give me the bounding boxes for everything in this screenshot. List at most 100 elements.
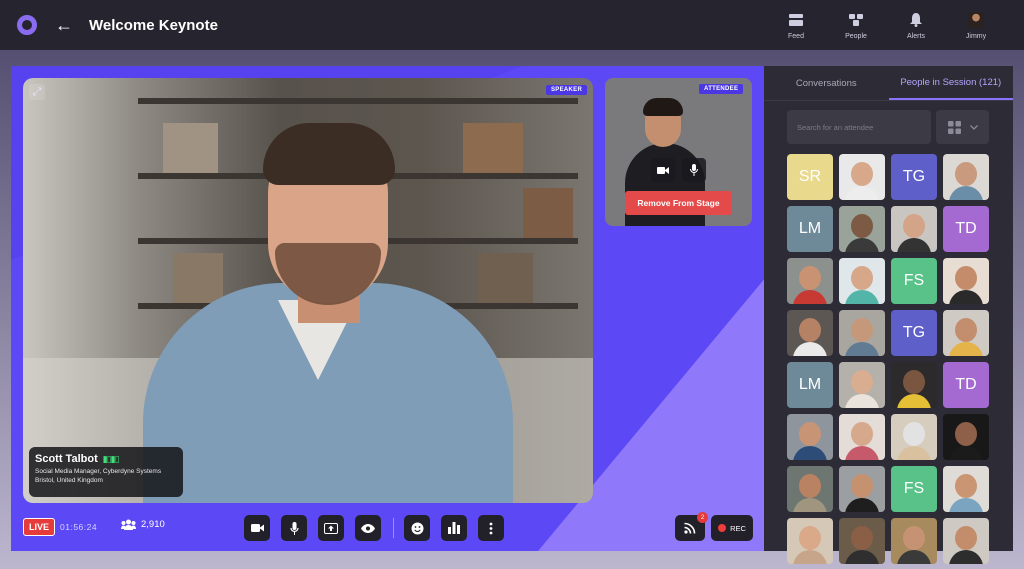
tab-people-in-session[interactable]: People in Session (121): [888, 66, 1013, 100]
chevron-down-icon: [969, 124, 978, 130]
stage-area: ⤢ SPEAKER Scott Talbot ▮▯▮▯ Social Media…: [11, 66, 764, 551]
speaker-location: Bristol, United Kingdom: [35, 477, 103, 484]
panel-tabs: Conversations People in Session (121): [764, 66, 1013, 101]
attendee-tile: ATTENDEE Remove From Stage: [605, 78, 752, 226]
poll-button[interactable]: [441, 515, 467, 541]
attendee-mic-button[interactable]: [682, 158, 706, 182]
attendee-avatar[interactable]: [787, 466, 833, 512]
bell-icon: [910, 11, 922, 29]
attendee-camera-button[interactable]: [651, 158, 675, 182]
attendee-avatar[interactable]: [839, 310, 885, 356]
record-button[interactable]: REC: [711, 515, 753, 541]
attendee-avatar[interactable]: [943, 310, 989, 356]
share-screen-button[interactable]: [318, 515, 344, 541]
attendee-avatar[interactable]: [943, 414, 989, 460]
app-logo[interactable]: [17, 15, 37, 35]
speaker-nameplate: Scott Talbot ▮▯▮▯ Social Media Manager, …: [29, 447, 183, 497]
record-dot-icon: [718, 524, 727, 532]
avatar: [968, 11, 984, 28]
speaker-name: Scott Talbot: [35, 453, 98, 465]
microphone-icon: [690, 164, 698, 176]
nav-people[interactable]: People: [826, 0, 886, 50]
nav-profile[interactable]: Jimmy: [946, 0, 1006, 50]
attendee-avatar[interactable]: [839, 206, 885, 252]
attendee-avatar[interactable]: [943, 258, 989, 304]
attendee-avatar[interactable]: [839, 362, 885, 408]
top-bar: ← Welcome Keynote Feed People Alerts Jim…: [0, 0, 1024, 50]
page-title: Welcome Keynote: [89, 16, 218, 34]
attendee-avatar[interactable]: [839, 466, 885, 512]
attendee-avatar[interactable]: [891, 362, 937, 408]
more-options-button[interactable]: [478, 515, 504, 541]
attendee-avatar[interactable]: [943, 518, 989, 564]
speaker-role: Social Media Manager, Cyberdyne Systems: [35, 468, 162, 475]
microphone-icon: [289, 521, 299, 535]
divider: [393, 518, 394, 538]
attendee-avatar[interactable]: [787, 310, 833, 356]
attendee-avatar[interactable]: [787, 414, 833, 460]
session-timer: 01:56:24: [60, 522, 98, 532]
speaker-video: ⤢ SPEAKER Scott Talbot ▮▯▮▯ Social Media…: [23, 78, 593, 503]
attendee-avatar[interactable]: FS: [891, 466, 937, 512]
attendee-avatar[interactable]: TD: [943, 206, 989, 252]
people-icon: [121, 519, 136, 530]
attendee-avatar[interactable]: TG: [891, 154, 937, 200]
attendee-avatar[interactable]: [943, 466, 989, 512]
feed-badge: 2: [697, 512, 708, 523]
speaker-tag: SPEAKER: [546, 85, 588, 95]
grid-view-icon: [947, 120, 961, 134]
nav-feed-label: Feed: [788, 32, 804, 40]
top-nav: Feed People Alerts Jimmy: [766, 0, 1006, 50]
attendee-avatar[interactable]: [839, 414, 885, 460]
attendee-avatar[interactable]: SR: [787, 154, 833, 200]
attendee-avatar[interactable]: [891, 518, 937, 564]
viewer-count-value: 2,910: [141, 519, 165, 530]
attendee-avatar[interactable]: LM: [787, 206, 833, 252]
view-mode-select[interactable]: [936, 110, 989, 144]
eye-icon: [361, 523, 375, 533]
people-icon: [848, 11, 864, 29]
back-arrow-icon[interactable]: ←: [55, 15, 73, 36]
tab-conversations[interactable]: Conversations: [764, 66, 889, 100]
audio-wave-icon: ▮▯▮▯: [102, 453, 120, 464]
reactions-button[interactable]: [404, 515, 430, 541]
attendee-avatar[interactable]: [839, 154, 885, 200]
attendee-avatar[interactable]: TD: [943, 362, 989, 408]
nav-alerts-label: Alerts: [907, 32, 925, 40]
feed-icon: [789, 11, 803, 29]
nav-profile-label: Jimmy: [965, 32, 987, 40]
expand-icon[interactable]: ⤢: [29, 84, 45, 100]
attendee-tag: ATTENDEE: [699, 84, 744, 94]
remove-from-stage-button[interactable]: Remove From Stage: [625, 191, 732, 215]
viewer-count: 2,910: [121, 519, 165, 530]
camera-button[interactable]: [244, 515, 270, 541]
side-panel: Conversations People in Session (121) SR…: [764, 66, 1013, 564]
share-screen-icon: [324, 522, 338, 534]
nav-alerts[interactable]: Alerts: [886, 0, 946, 50]
microphone-button[interactable]: [281, 515, 307, 541]
attendee-avatar[interactable]: [943, 154, 989, 200]
view-toggle-button[interactable]: [355, 515, 381, 541]
record-label: REC: [730, 523, 746, 533]
attendee-avatar[interactable]: [891, 206, 937, 252]
attendee-avatar[interactable]: TG: [891, 310, 937, 356]
more-vertical-icon: [489, 522, 493, 534]
nav-people-label: People: [845, 32, 867, 40]
bar-chart-icon: [448, 522, 460, 534]
attendee-avatar[interactable]: [787, 518, 833, 564]
search-input[interactable]: [787, 110, 931, 144]
video-camera-icon: [657, 166, 669, 174]
attendee-grid: SR TG LM TD FS TG LM TD FS: [787, 154, 992, 564]
attendee-avatar[interactable]: [891, 414, 937, 460]
rss-icon: [684, 522, 696, 534]
video-camera-icon: [250, 524, 264, 532]
attendee-avatar[interactable]: [839, 518, 885, 564]
attendee-avatar[interactable]: FS: [891, 258, 937, 304]
attendee-avatar[interactable]: [787, 258, 833, 304]
attendee-avatar[interactable]: LM: [787, 362, 833, 408]
attendee-avatar[interactable]: [839, 258, 885, 304]
smiley-icon: [411, 522, 423, 534]
live-badge: LIVE: [23, 518, 56, 536]
broadcast-feed-button[interactable]: 2: [675, 512, 708, 541]
nav-feed[interactable]: Feed: [766, 0, 826, 50]
